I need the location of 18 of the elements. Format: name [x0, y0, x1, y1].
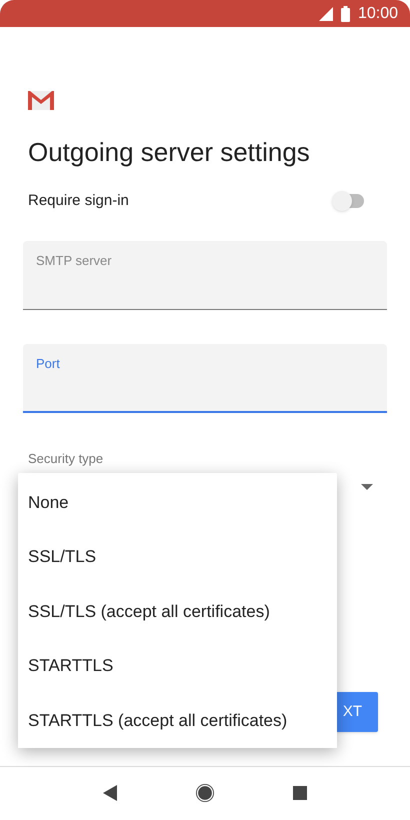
- menu-item[interactable]: None: [18, 475, 337, 530]
- text-field[interactable]: Port: [23, 344, 387, 412]
- require-sign-in-label: Require sign-in: [28, 191, 129, 211]
- dropdown-caret-icon[interactable]: [361, 484, 373, 490]
- back-icon[interactable]: [103, 784, 117, 800]
- text-field[interactable]: SMTP server: [23, 240, 387, 310]
- page-title: Outgoing server settings: [28, 136, 311, 168]
- menu-item[interactable]: STARTTLS: [18, 638, 337, 693]
- signal-icon: [318, 6, 333, 20]
- recents-icon[interactable]: [293, 786, 307, 800]
- battery-icon: [340, 6, 350, 22]
- menu-item[interactable]: STARTTLS (accept all certificates): [18, 693, 337, 748]
- home-icon[interactable]: [195, 782, 215, 802]
- mail-icon: [28, 91, 54, 110]
- menu-item[interactable]: SSL/TLS (accept all certificates): [18, 584, 337, 638]
- menu-item[interactable]: SSL/TLS: [18, 530, 337, 584]
- security-type-label: Security type: [28, 450, 104, 468]
- status-time: 10:00: [358, 4, 398, 24]
